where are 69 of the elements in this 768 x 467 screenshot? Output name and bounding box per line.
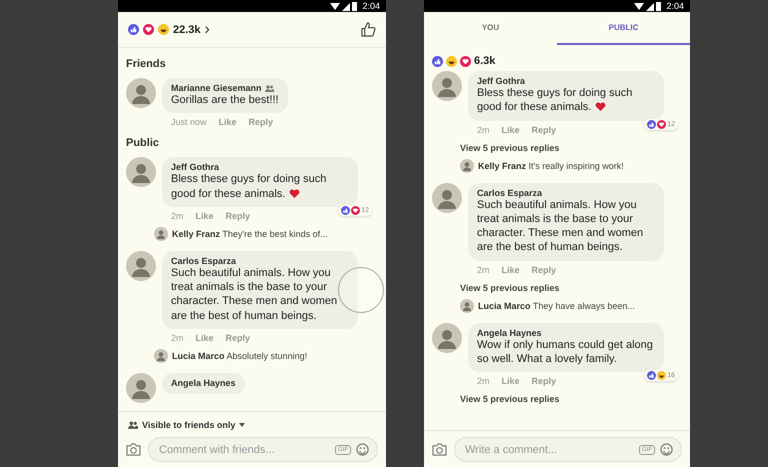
reply-link[interactable]: Reply	[532, 124, 556, 135]
comment-text: Such beautiful animals. How you treat animals is the base to your character. These men and women are the best of human beings.	[171, 266, 338, 324]
comment-author[interactable]: Jeff Gothra	[477, 76, 526, 86]
view-replies-link[interactable]: View 5 previous replies	[460, 394, 682, 404]
comment-author[interactable]: Carlos Esparza	[171, 256, 236, 266]
avatar-icon	[460, 158, 474, 173]
avatar-icon	[126, 373, 156, 404]
comment-author[interactable]: Angela Haynes	[171, 378, 236, 388]
comment-text: Bless these guys for doing such good for these animals.	[477, 86, 634, 115]
comment-time: 2m	[477, 264, 490, 275]
tab[interactable]: YOU	[424, 12, 557, 45]
comment-time: 2m	[477, 124, 490, 135]
avatar-icon	[126, 157, 156, 188]
status-icons	[634, 2, 662, 10]
reply-link[interactable]: Reply	[532, 264, 556, 275]
avatar-icon	[460, 298, 474, 313]
reply-link[interactable]: Reply	[248, 117, 274, 128]
comment-text: Bless these guys for doing such good for these animals.	[171, 172, 328, 201]
comment-author[interactable]: Carlos Esparza	[477, 188, 542, 198]
camera-icon[interactable]	[126, 443, 141, 456]
status-icons	[330, 2, 358, 10]
reaction-count[interactable]: 22.3k	[173, 24, 201, 36]
smiley-icon[interactable]	[356, 443, 369, 456]
view-replies-link[interactable]: View 5 previous replies	[460, 142, 682, 153]
like-link[interactable]: Like	[502, 264, 520, 275]
chevron-icon[interactable]: ›	[204, 22, 210, 38]
smiley-icon[interactable]	[660, 443, 673, 456]
camera-icon[interactable]	[432, 443, 447, 456]
comment-time: 2m	[477, 376, 490, 386]
avatar-icon	[154, 349, 168, 364]
section-title: Public	[126, 137, 160, 150]
caret-icon[interactable]	[239, 423, 246, 427]
comment-text: Wow if only humans could get along so well. What a lovely family.	[477, 338, 654, 366]
avatar-icon	[154, 226, 168, 241]
reply-preview[interactable]: Lucia Marco Absolutely stunning!	[172, 351, 308, 362]
comment-time: 2m	[171, 333, 184, 344]
avatar-icon	[126, 78, 156, 108]
visibility-dropdown[interactable]: Visible to friends only	[142, 420, 236, 430]
comment-author[interactable]: Marianne Giesemann	[171, 83, 262, 93]
like-link[interactable]: Like	[502, 124, 520, 135]
reaction-count[interactable]: 6.3k	[474, 55, 496, 67]
view-replies-link[interactable]: View 5 previous replies	[460, 282, 682, 293]
like-link[interactable]: Like	[502, 376, 520, 386]
reply-preview[interactable]: Lucia Marco They have always been...	[478, 300, 635, 311]
comment-text: Gorillas are the best!!!	[171, 93, 279, 108]
avatar-icon	[432, 182, 462, 213]
like-link[interactable]: Like	[196, 333, 214, 344]
reply-link[interactable]: Reply	[226, 333, 250, 344]
like-link[interactable]: Like	[218, 117, 237, 128]
like-icon[interactable]	[361, 22, 376, 37]
tab[interactable]: PUBLIC	[557, 12, 690, 45]
like-link[interactable]: Like	[196, 210, 214, 221]
status-time: 2:04	[362, 1, 380, 11]
reply-link[interactable]: Reply	[226, 210, 250, 221]
comment-author[interactable]: Angela Haynes	[477, 328, 542, 338]
comment-author[interactable]: Jeff Gothra	[171, 162, 220, 172]
reply-link[interactable]: Reply	[532, 376, 556, 386]
reply-preview[interactable]: Kelly Franz They're the best kinds of...	[172, 228, 328, 239]
avatar-icon	[432, 71, 462, 101]
section-title: Friends	[126, 58, 167, 70]
reply-preview[interactable]: Kelly Franz It's really inspiring work!	[478, 160, 624, 171]
touch-indicator	[338, 267, 384, 313]
comment-text: Such beautiful animals. How you treat animals is the base to your character. These men and women are the best of human beings.	[477, 198, 644, 255]
comment-time: 2m	[171, 210, 184, 221]
friends-icon	[128, 421, 138, 429]
comment-time: Just now	[171, 117, 207, 128]
avatar-icon	[126, 250, 156, 281]
avatar-icon	[432, 322, 462, 353]
status-time: 2:04	[666, 1, 684, 11]
